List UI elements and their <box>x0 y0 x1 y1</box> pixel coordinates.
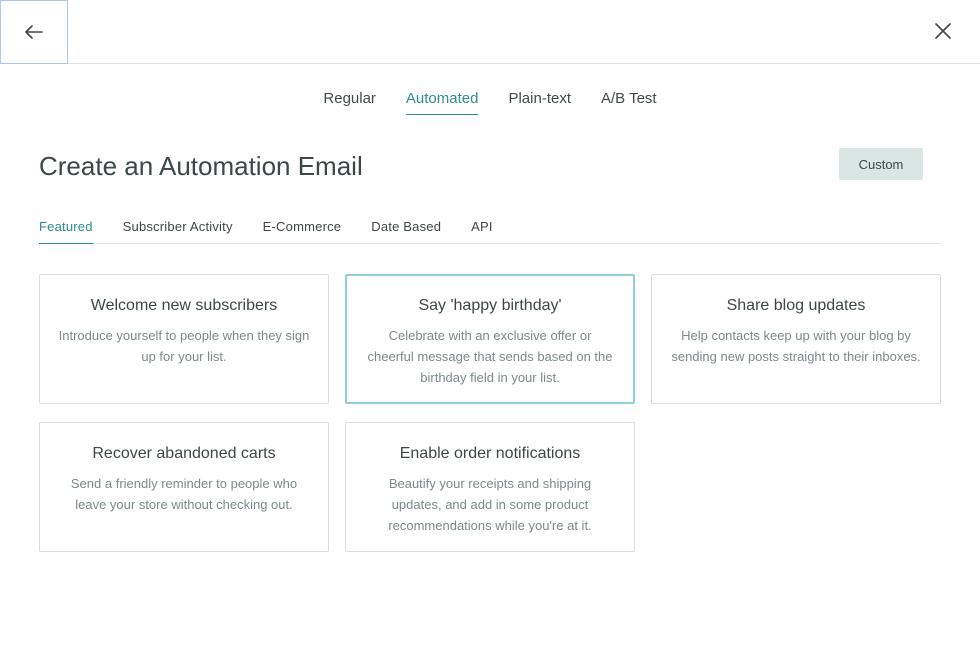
tab-plain-text[interactable]: Plain-text <box>508 90 571 115</box>
card-recover-abandoned-carts[interactable]: Recover abandoned carts Send a friendly … <box>39 422 329 552</box>
tab-date-based[interactable]: Date Based <box>371 219 441 244</box>
arrow-left-icon <box>25 25 43 39</box>
card-title: Enable order notifications <box>399 445 581 462</box>
card-description: Send a friendly reminder to people who l… <box>70 476 298 512</box>
custom-button[interactable]: Custom <box>839 148 923 180</box>
card-say-happy-birthday[interactable]: Say 'happy birthday' Celebrate with an e… <box>345 274 635 404</box>
close-button[interactable] <box>928 16 958 46</box>
card-description: Help contacts keep up with your blog by … <box>671 328 921 364</box>
card-title: Welcome new subscribers <box>90 297 278 314</box>
card-title: Recover abandoned carts <box>92 445 276 462</box>
card-welcome-new-subscribers[interactable]: Welcome new subscribers Introduce yourse… <box>39 274 329 404</box>
card-description: Introduce yourself to people when they s… <box>58 328 310 364</box>
tab-e-commerce[interactable]: E-Commerce <box>263 219 342 244</box>
card-share-blog-updates[interactable]: Share blog updates Help contacts keep up… <box>651 274 941 404</box>
card-description: Celebrate with an exclusive offer or che… <box>367 328 613 385</box>
tab-featured[interactable]: Featured <box>39 219 93 244</box>
card-title: Say 'happy birthday' <box>418 297 562 314</box>
email-type-tabs: Regular Automated Plain-text A/B Test <box>0 90 980 115</box>
back-button[interactable] <box>0 0 68 64</box>
tab-subscriber-activity[interactable]: Subscriber Activity <box>123 219 233 244</box>
close-icon <box>935 23 951 39</box>
card-enable-order-notifications[interactable]: Enable order notifications Beautify your… <box>345 422 635 552</box>
page-title: Create an Automation Email <box>39 151 363 181</box>
category-tabs: Featured Subscriber Activity E-Commerce … <box>39 219 941 244</box>
tab-ab-test[interactable]: A/B Test <box>601 90 657 115</box>
tab-regular[interactable]: Regular <box>323 90 376 115</box>
card-description: Beautify your receipts and shipping upda… <box>388 476 592 533</box>
top-bar <box>0 0 980 64</box>
card-title: Share blog updates <box>726 297 866 314</box>
tab-api[interactable]: API <box>471 219 493 244</box>
tab-automated[interactable]: Automated <box>405 90 479 115</box>
